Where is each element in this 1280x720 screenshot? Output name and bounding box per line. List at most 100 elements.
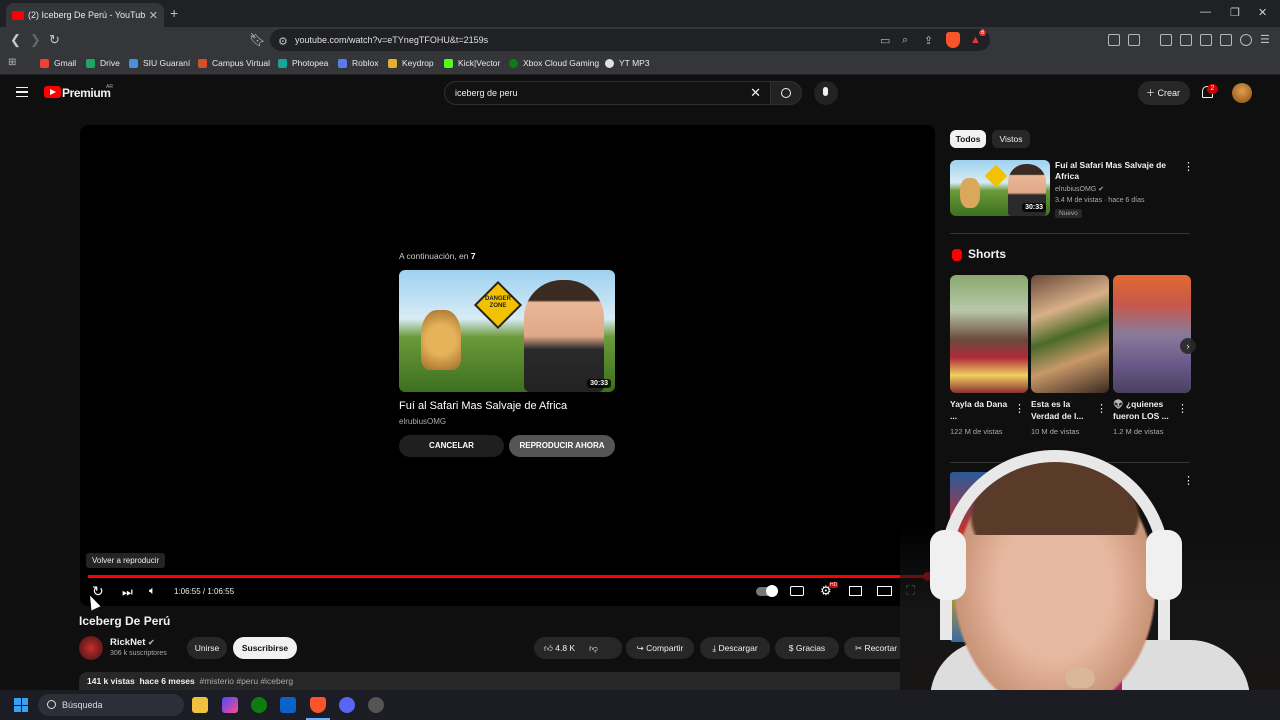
short-more-icon[interactable]: ⋮: [1177, 402, 1188, 415]
short-title-2[interactable]: Esta es la Verdad de l...: [1031, 398, 1097, 422]
extensions-icon[interactable]: [1108, 34, 1120, 46]
obs-icon[interactable]: [368, 697, 384, 713]
bookmark-campus[interactable]: Campus Virtual: [198, 58, 270, 68]
bookmark-siu[interactable]: SIU Guaraní: [129, 58, 190, 68]
rec-more-icon[interactable]: ⋮: [1183, 160, 1194, 173]
upnext-thumbnail[interactable]: DANGER ZONE 30:33: [399, 270, 615, 392]
bookmark-xbox[interactable]: Xbox Cloud Gaming: [509, 58, 599, 68]
channel-name[interactable]: RickNet ✔: [110, 637, 155, 648]
short-title-3[interactable]: 👽 ¿quienes fueron LOS ...: [1113, 398, 1179, 422]
bookmark-icon[interactable]: 🔖︎: [249, 32, 266, 48]
hashtags[interactable]: #misterio #peru #iceberg: [200, 676, 294, 686]
window-close-icon[interactable]: ✕: [1258, 6, 1267, 19]
download-button[interactable]: ⤓ Descargar: [700, 637, 770, 659]
share-icon[interactable]: ⇪: [924, 34, 933, 47]
avatar[interactable]: [1232, 83, 1252, 103]
subscribe-button[interactable]: Suscribirse: [233, 637, 297, 659]
back-icon[interactable]: ❮: [10, 32, 21, 48]
share-arrow-icon: ↪: [636, 643, 647, 653]
upnext-title[interactable]: Fuí al Safari Mas Salvaje de Africa: [399, 400, 567, 412]
site-info-icon[interactable]: ⚙︎: [278, 35, 288, 48]
logo-text[interactable]: Premium: [62, 86, 111, 100]
volume-icon[interactable]: 🔈︎: [149, 585, 156, 598]
short-more-icon[interactable]: ⋮: [1014, 402, 1025, 415]
bookmark-ytmp3[interactable]: YT MP3: [605, 58, 650, 68]
thanks-button[interactable]: $ Gracias: [775, 637, 839, 659]
channel-avatar[interactable]: [79, 636, 103, 660]
brave-rewards-icon[interactable]: ▲: [970, 34, 981, 46]
miniplayer-icon[interactable]: [849, 586, 862, 596]
media-icon[interactable]: [1160, 34, 1172, 46]
tab-title: (2) Iceberg De Perú - YouTube: [28, 10, 145, 20]
rec-title[interactable]: Fuí al Safari Mas Salvaje de Africa: [1055, 160, 1180, 182]
play-now-button[interactable]: REPRODUCIR AHORA: [509, 435, 615, 457]
maximize-icon[interactable]: ❐: [1230, 6, 1240, 19]
taskbar-search[interactable]: Búsqueda: [38, 694, 184, 716]
bookmark-photopea[interactable]: Photopea: [278, 58, 328, 68]
next-icon[interactable]: ⏭︎: [122, 585, 133, 600]
rec-channel[interactable]: elrubiusOMG ✔: [1055, 185, 1104, 193]
browser-tab[interactable]: (2) Iceberg De Perú - YouTube ✕: [6, 3, 164, 27]
chip-all[interactable]: Todos: [950, 130, 986, 148]
cancel-button[interactable]: CANCELAR: [399, 435, 504, 457]
bookmark-roblox[interactable]: Roblox: [338, 58, 378, 68]
like-button[interactable]: 👍︎ 4.8 K 👎︎: [534, 637, 622, 659]
short-more-icon[interactable]: ⋮: [1096, 402, 1107, 415]
bookmark-gmail[interactable]: Gmail: [40, 58, 76, 68]
bookmark-kick[interactable]: Kick|Vector: [444, 58, 500, 68]
outlook-icon[interactable]: [280, 697, 296, 713]
upnext-countdown: 7: [470, 251, 476, 261]
reload-icon[interactable]: ↻: [49, 32, 60, 48]
join-button[interactable]: Unirse: [187, 637, 227, 659]
leo-icon[interactable]: [1220, 34, 1232, 46]
xbox-app-icon[interactable]: [251, 697, 267, 713]
bookmark-drive[interactable]: Drive: [86, 58, 120, 68]
zoom-icon[interactable]: ⌕: [902, 34, 908, 47]
thumbs-down-icon[interactable]: 👎︎: [589, 643, 598, 653]
wallet-icon[interactable]: [1200, 34, 1212, 46]
short-title-1[interactable]: Yayla da Dana ...: [950, 398, 1016, 422]
short-thumbnail-3[interactable]: [1113, 275, 1191, 393]
brave-shields-icon[interactable]: [946, 32, 960, 48]
share-button[interactable]: ↪ Compartir: [626, 637, 694, 659]
progress-bar[interactable]: [88, 575, 927, 578]
close-tab-icon[interactable]: ✕: [149, 9, 158, 22]
search-button[interactable]: [770, 81, 802, 105]
description-box[interactable]: 141 k vistas hace 6 meses #misterio #per…: [79, 672, 935, 692]
subtitles-icon[interactable]: [790, 586, 804, 596]
short-thumbnail-2[interactable]: [1031, 275, 1109, 393]
discord-icon[interactable]: [339, 697, 355, 713]
apps-grid-icon[interactable]: ⊞: [8, 57, 16, 68]
theater-icon[interactable]: [877, 586, 892, 596]
file-explorer-icon[interactable]: [192, 697, 208, 713]
sidebar-icon[interactable]: [1128, 34, 1140, 46]
clear-search-icon[interactable]: ✕: [750, 82, 761, 104]
chip-watched[interactable]: Vistos: [992, 130, 1030, 148]
minimize-icon[interactable]: —: [1200, 6, 1211, 18]
windows-start-icon[interactable]: [14, 698, 28, 712]
short-thumbnail-1[interactable]: [950, 275, 1028, 393]
brave-app-icon[interactable]: [310, 697, 326, 713]
browser-menu-icon[interactable]: ☰: [1260, 33, 1270, 46]
vpn-icon[interactable]: [1240, 34, 1252, 46]
chevron-right-icon[interactable]: ›: [1180, 338, 1196, 354]
bookmark-keydrop[interactable]: Keydrop: [388, 58, 434, 68]
clip-button[interactable]: ✂ Recortar: [844, 637, 908, 659]
create-button[interactable]: ＋ Crear: [1138, 81, 1190, 105]
search-input[interactable]: iceberg de peru ✕: [444, 81, 772, 105]
forward-icon[interactable]: ❯: [30, 32, 41, 48]
plus-icon: ＋: [1146, 88, 1158, 98]
autoplay-toggle[interactable]: [756, 585, 778, 597]
new-tab-icon[interactable]: +: [170, 5, 178, 21]
shorts-logo-icon: [952, 249, 962, 261]
menu-icon[interactable]: [16, 87, 28, 97]
upnext-channel[interactable]: elrubiusOMG: [399, 417, 446, 426]
reader-icon[interactable]: [1180, 34, 1192, 46]
store-icon[interactable]: [222, 697, 238, 713]
short-views-3: 1.2 M de vistas: [1113, 427, 1164, 436]
youtube-logo-icon[interactable]: [44, 86, 61, 98]
rec-thumbnail[interactable]: 30:33: [950, 160, 1050, 216]
windows-taskbar: Búsqueda: [0, 690, 1280, 720]
mic-icon[interactable]: [814, 81, 838, 105]
cast-icon[interactable]: ▭: [880, 34, 890, 47]
